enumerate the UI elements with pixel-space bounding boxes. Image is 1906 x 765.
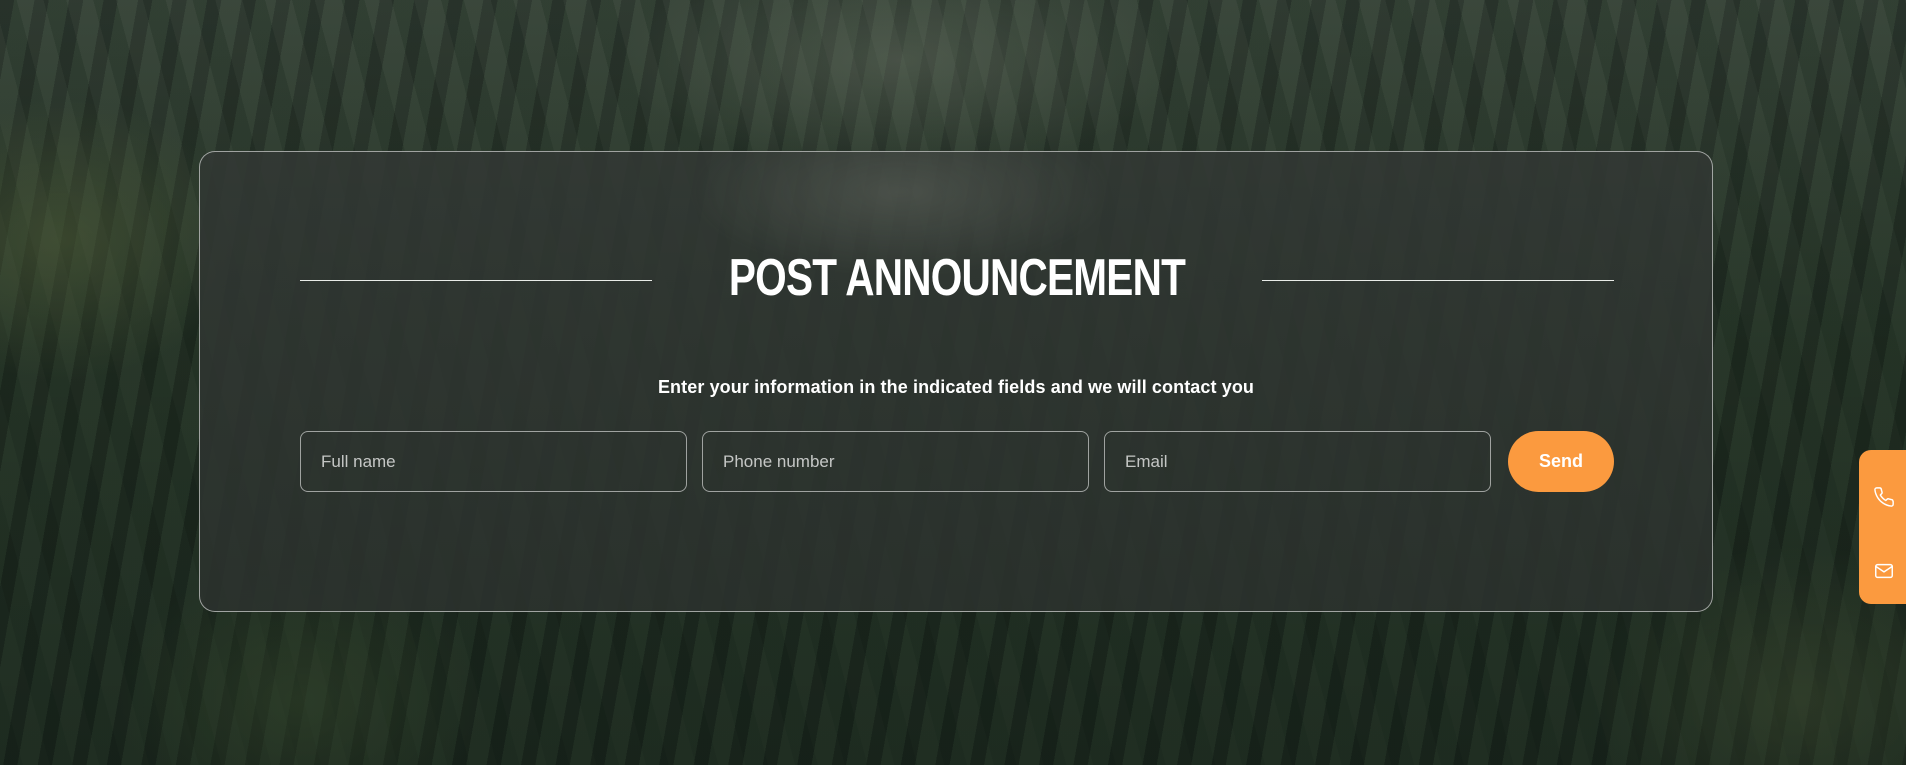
announcement-card: POST ANNOUNCEMENT Enter your information… bbox=[199, 151, 1713, 612]
send-button[interactable]: Send bbox=[1508, 431, 1614, 492]
title-divider-right bbox=[1262, 280, 1614, 281]
full-name-input[interactable] bbox=[300, 431, 687, 492]
form-subtitle: Enter your information in the indicated … bbox=[657, 377, 1255, 397]
contact-side-tab bbox=[1859, 450, 1906, 604]
mail-icon[interactable] bbox=[1873, 560, 1895, 582]
phone-icon[interactable] bbox=[1873, 486, 1895, 508]
phone-number-input[interactable] bbox=[702, 431, 1089, 492]
email-input[interactable] bbox=[1104, 431, 1491, 492]
title-row: POST ANNOUNCEMENT bbox=[300, 249, 1614, 307]
page-title: POST ANNOUNCEMENT bbox=[728, 249, 1186, 307]
